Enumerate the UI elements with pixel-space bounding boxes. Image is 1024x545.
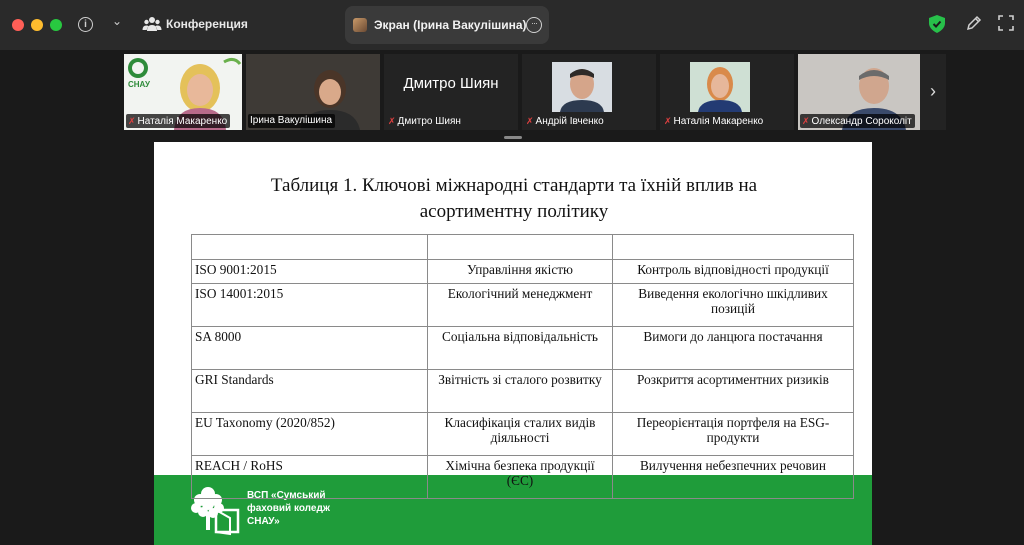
impact-cell: Розкриття асортиментних ризиків	[612, 369, 854, 413]
mic-muted-icon: ✗	[802, 116, 810, 126]
participant-name: ✗ Наталія Макаренко	[664, 116, 764, 127]
standard-cell: REACH / RoHS	[191, 455, 428, 499]
participant-tile[interactable]: ✗ Андрій Івченко	[522, 54, 656, 130]
area-cell: Хімічна безпека продукції (ЄС)	[427, 455, 613, 499]
fullscreen-icon[interactable]	[998, 15, 1014, 31]
area-cell: Екологічний менеджмент	[427, 283, 613, 327]
standard-cell: ISO 9001:2015	[191, 259, 428, 284]
participant-video	[690, 62, 750, 112]
screen-share-label: Экран (Ірина Вакулішина)	[374, 18, 527, 32]
standard-cell: SA 8000	[191, 326, 428, 370]
table-header-row	[191, 234, 854, 260]
annotate-pen-icon[interactable]	[966, 15, 982, 31]
sharer-avatar	[353, 18, 367, 32]
impact-cell: Контроль відповідності продукції	[612, 259, 854, 284]
impact-cell: Вилучення небезпечних речовин	[612, 455, 854, 499]
standards-table: ISO 9001:2015 Управління якістю Контроль…	[191, 234, 854, 499]
shield-check-icon[interactable]	[929, 15, 945, 33]
mic-muted-icon: ✗	[664, 116, 672, 126]
participant-video	[552, 62, 612, 112]
shared-slide: Таблиця 1. Ключові міжнародні стандарти …	[154, 142, 872, 545]
participant-tile[interactable]: ✗ Олександр Сороколіт	[798, 54, 932, 130]
table-row: SA 8000 Соціальна відповідальність Вимог…	[191, 326, 854, 370]
mic-muted-icon: ✗	[526, 116, 534, 126]
header-cell	[191, 234, 428, 260]
minimize-window-button[interactable]	[31, 19, 43, 31]
more-options-icon[interactable]: ···	[526, 17, 542, 33]
participant-name: ✗ Дмитро Шиян	[388, 116, 461, 127]
area-cell: Соціальна відповідальність	[427, 326, 613, 370]
participant-strip: СНАУ ✗ Наталія Макаренко Ірина Вакулішина…	[124, 54, 946, 130]
slide-title-line-1: Таблиця 1. Ключові міжнародні стандарти …	[270, 175, 758, 196]
slide-title: Таблиця 1. Ключові міжнародні стандарти …	[194, 173, 834, 225]
participant-tile-active[interactable]: Ірина Вакулішина	[246, 54, 380, 130]
table-row: REACH / RoHS Хімічна безпека продукції (…	[191, 455, 854, 499]
standard-cell: ISO 14001:2015	[191, 283, 428, 327]
area-cell: Управління якістю	[427, 259, 613, 284]
slide-title-line-2: асортиментну політику	[419, 201, 609, 222]
participant-tile-camera-off[interactable]: Дмитро Шиян ✗ Дмитро Шиян	[384, 54, 518, 130]
participant-name: Ірина Вакулішина	[248, 114, 336, 128]
standard-cell: GRI Standards	[191, 369, 428, 413]
next-participants-button[interactable]: ›	[920, 54, 946, 130]
table-row: EU Taxonomy (2020/852) Класифікація стал…	[191, 412, 854, 456]
chevron-down-icon[interactable]: ⌄	[112, 14, 122, 28]
participant-tile[interactable]: СНАУ ✗ Наталія Макаренко	[124, 54, 242, 130]
meeting-label[interactable]: Конференция	[166, 17, 248, 31]
resize-grip[interactable]	[504, 136, 522, 139]
impact-cell: Вимоги до ланцюга постачання	[612, 326, 854, 370]
participant-name: ✗ Олександр Сороколіт	[800, 114, 915, 128]
participant-name: ✗ Андрій Івченко	[526, 116, 604, 127]
chevron-right-icon: ›	[930, 81, 936, 101]
area-cell: Звітність зі сталого розвитку	[427, 369, 613, 413]
participant-tile[interactable]: ✗ Наталія Макаренко	[660, 54, 794, 130]
mic-muted-icon: ✗	[388, 116, 396, 126]
table-row: ISO 14001:2015 Екологічний менеджмент Ви…	[191, 283, 854, 327]
table-row: GRI Standards Звітність зі сталого розви…	[191, 369, 854, 413]
participants-icon[interactable]	[142, 14, 162, 34]
participant-name: ✗ Наталія Макаренко	[126, 114, 231, 128]
participant-display-name: Дмитро Шиян	[403, 75, 499, 92]
close-window-button[interactable]	[12, 19, 24, 31]
standard-cell: EU Taxonomy (2020/852)	[191, 412, 428, 456]
impact-cell: Переорієнтація портфеля на ESG-продукти	[612, 412, 854, 456]
maximize-window-button[interactable]	[50, 19, 62, 31]
area-cell: Класифікація сталих видів діяльності	[427, 412, 613, 456]
mic-muted-icon: ✗	[128, 116, 136, 126]
screen-share-tab[interactable]: Экран (Ірина Вакулішина) ···	[345, 6, 549, 44]
header-cell	[427, 234, 613, 260]
college-logo-text: СНАУ	[128, 80, 151, 89]
impact-cell: Виведення екологічно шкідливих позицій	[612, 283, 854, 327]
window-titlebar: i ⌄ Конференция Экран (Ірина Вакулішина)…	[0, 0, 1024, 50]
info-icon[interactable]: i	[78, 17, 93, 32]
table-row: ISO 9001:2015 Управління якістю Контроль…	[191, 259, 854, 284]
header-cell	[612, 234, 854, 260]
